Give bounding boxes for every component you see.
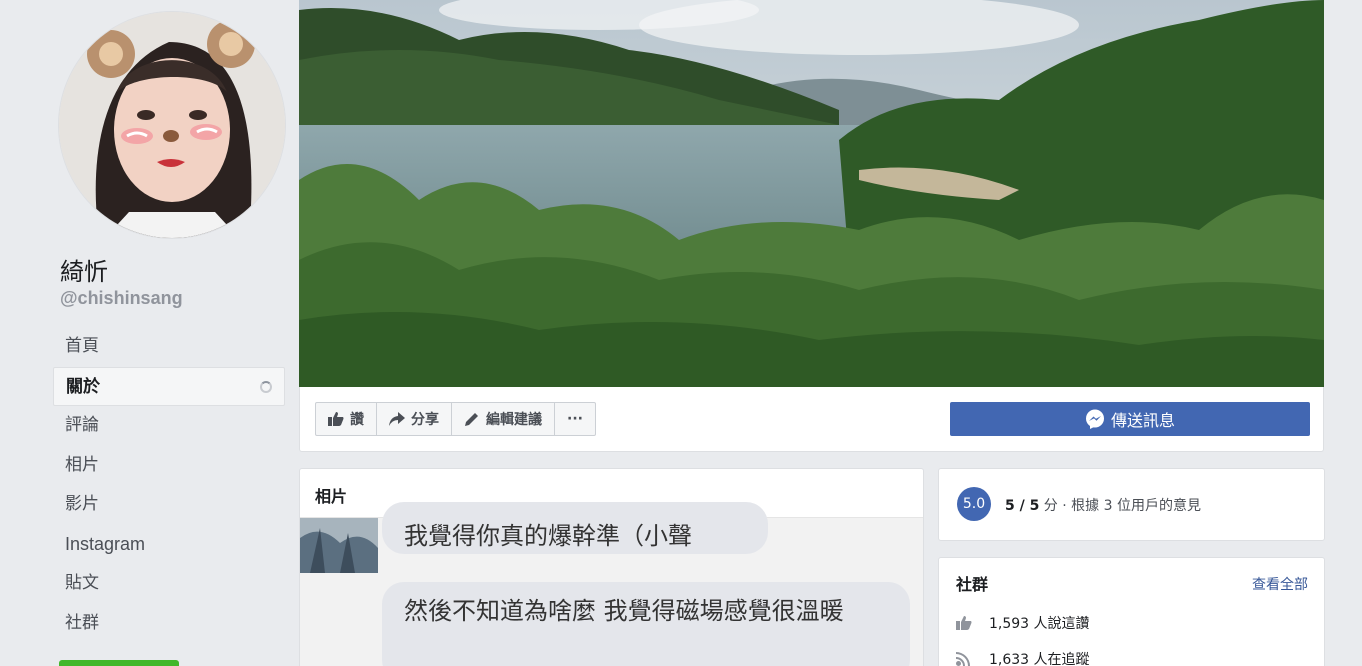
community-section: 社群 查看全部 1,593 人說這讚 1,633 人在追蹤 bbox=[938, 557, 1325, 666]
pencil-icon bbox=[465, 413, 478, 426]
like-button[interactable]: 讚 bbox=[316, 403, 377, 435]
nav-item-label: 社群 bbox=[65, 612, 99, 633]
page-name: 綺忻 bbox=[60, 258, 108, 286]
messenger-icon bbox=[1085, 409, 1104, 429]
photo-preview[interactable]: 我覺得你真的爆幹準（小聲 然後不知道為啥麼 我覺得磁場感覺很溫暖 bbox=[300, 502, 923, 666]
nav-item-photos[interactable]: 相片 bbox=[53, 446, 285, 486]
see-all-link[interactable]: 查看全部 bbox=[1252, 574, 1308, 594]
rating-unit: 分 bbox=[1043, 498, 1058, 514]
nav-item-videos[interactable]: 影片 bbox=[53, 485, 285, 525]
rating-badge: 5.0 bbox=[957, 487, 991, 521]
photos-section: 相片 我覺得你真的爆幹準（小聲 然後不知道為啥麼 我覺得磁場感覺很溫暖 bbox=[299, 468, 924, 666]
page-handle[interactable]: @chishinsang bbox=[60, 288, 183, 309]
photos-title[interactable]: 相片 bbox=[315, 483, 347, 507]
photo-thumbnail[interactable] bbox=[300, 518, 378, 573]
loading-spinner-icon bbox=[260, 380, 272, 393]
rating-section: 5.0 5 / 5 分 · 根據 3 位用戶的意見 bbox=[938, 468, 1325, 541]
create-page-button[interactable] bbox=[59, 660, 179, 666]
nav-item-label: Instagram bbox=[65, 533, 146, 554]
avatar-photo bbox=[59, 12, 285, 238]
chat-bubble: 我覺得你真的爆幹準（小聲 bbox=[382, 502, 768, 554]
nav-item-label: 關於 bbox=[66, 376, 100, 397]
left-sidebar: 綺忻 @chishinsang 首頁 關於 評論 相片 影片 Instagram… bbox=[0, 0, 290, 666]
cover-landscape-image bbox=[299, 0, 1324, 387]
nav-item-about[interactable]: 關於 bbox=[53, 366, 285, 406]
suggest-edits-label: 編輯建議 bbox=[486, 412, 542, 428]
more-options-button[interactable]: ··· bbox=[555, 403, 595, 435]
nav-item-posts[interactable]: 貼文 bbox=[53, 564, 285, 604]
profile-avatar[interactable] bbox=[59, 12, 285, 238]
nav-item-label: 貼文 bbox=[65, 573, 99, 593]
community-title: 社群 bbox=[956, 575, 989, 594]
suggest-edits-button[interactable]: 編輯建議 bbox=[452, 403, 555, 435]
rating-score: 5 / 5 bbox=[1005, 498, 1040, 514]
nav-item-label: 首頁 bbox=[65, 336, 99, 356]
likes-count: 1,593 人說這讚 bbox=[989, 616, 1090, 632]
send-message-label: 傳送訊息 bbox=[1110, 411, 1175, 430]
share-arrow-icon bbox=[389, 412, 405, 426]
rating-summary[interactable]: 5 / 5 分 · 根據 3 位用戶的意見 bbox=[1005, 495, 1201, 515]
nav-item-label: 相片 bbox=[65, 454, 99, 475]
action-button-group: 讚 分享 編輯建議 ··· bbox=[315, 402, 596, 436]
nav-item-label: 評論 bbox=[65, 415, 99, 435]
nav-item-home[interactable]: 首頁 bbox=[53, 327, 285, 367]
thumbs-up-icon bbox=[328, 412, 344, 426]
page-nav: 首頁 關於 評論 相片 影片 Instagram 貼文 社群 bbox=[53, 327, 285, 643]
thumbnail-image bbox=[300, 518, 378, 573]
chat-bubble: 然後不知道為啥麼 我覺得磁場感覺很溫暖 bbox=[382, 582, 910, 666]
page-action-bar: 讚 分享 編輯建議 ··· 傳送訊息 bbox=[299, 387, 1324, 452]
rating-description: · 根據 3 位用戶的意見 bbox=[1057, 498, 1201, 514]
nav-item-community[interactable]: 社群 bbox=[53, 604, 285, 644]
nav-item-reviews[interactable]: 評論 bbox=[53, 406, 285, 446]
nav-item-instagram[interactable]: Instagram bbox=[53, 525, 285, 565]
likes-stat: 1,593 人說這讚 bbox=[956, 613, 1090, 633]
follows-count: 1,633 人在追蹤 bbox=[989, 652, 1090, 666]
rss-follow-icon bbox=[956, 652, 970, 666]
cover-photo[interactable] bbox=[299, 0, 1324, 387]
share-label: 分享 bbox=[411, 412, 439, 428]
send-message-button[interactable]: 傳送訊息 bbox=[950, 402, 1310, 436]
like-label: 讚 bbox=[350, 412, 364, 428]
nav-item-label: 影片 bbox=[65, 494, 99, 514]
thumbs-up-icon bbox=[956, 616, 972, 630]
share-button[interactable]: 分享 bbox=[377, 403, 452, 435]
more-options-icon: ··· bbox=[567, 411, 583, 427]
follows-stat: 1,633 人在追蹤 bbox=[956, 649, 1090, 666]
